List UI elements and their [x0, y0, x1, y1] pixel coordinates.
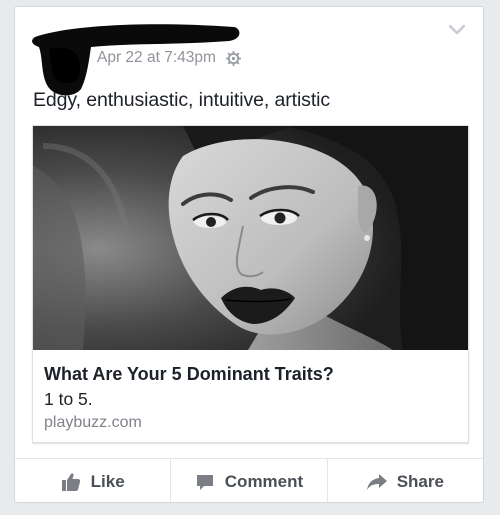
- like-button[interactable]: Like: [15, 459, 172, 504]
- comment-bubble-icon: [196, 474, 213, 490]
- thumbs-up-icon: [61, 472, 80, 491]
- post-text: Edgy, enthusiastic, intuitive, artistic: [33, 89, 331, 111]
- link-description: 1 to 5.: [44, 389, 93, 409]
- share-button[interactable]: Share: [328, 459, 483, 504]
- link-title[interactable]: What Are Your 5 Dominant Traits?: [44, 364, 334, 385]
- share-label: Share: [396, 471, 444, 491]
- comment-button[interactable]: Comment: [171, 459, 328, 504]
- link-domain: playbuzz.com: [44, 414, 142, 431]
- share-arrow-icon: [366, 473, 387, 490]
- post-card: Apr 22 at 7:43pm Edgy, enthusiastic, int…: [14, 6, 484, 504]
- comment-label: Comment: [224, 471, 304, 491]
- chevron-down-icon[interactable]: [449, 25, 465, 35]
- link-preview-card[interactable]: What Are Your 5 Dominant Traits? 1 to 5.…: [32, 125, 469, 443]
- post-timestamp[interactable]: Apr 22 at 7:43pm: [97, 49, 216, 67]
- post-action-bar: Like Comment Share: [15, 458, 483, 504]
- like-label: Like: [90, 471, 125, 491]
- link-preview-image[interactable]: [33, 126, 468, 350]
- privacy-gear-icon[interactable]: [225, 50, 241, 66]
- post-meta: Apr 22 at 7:43pm: [97, 49, 241, 67]
